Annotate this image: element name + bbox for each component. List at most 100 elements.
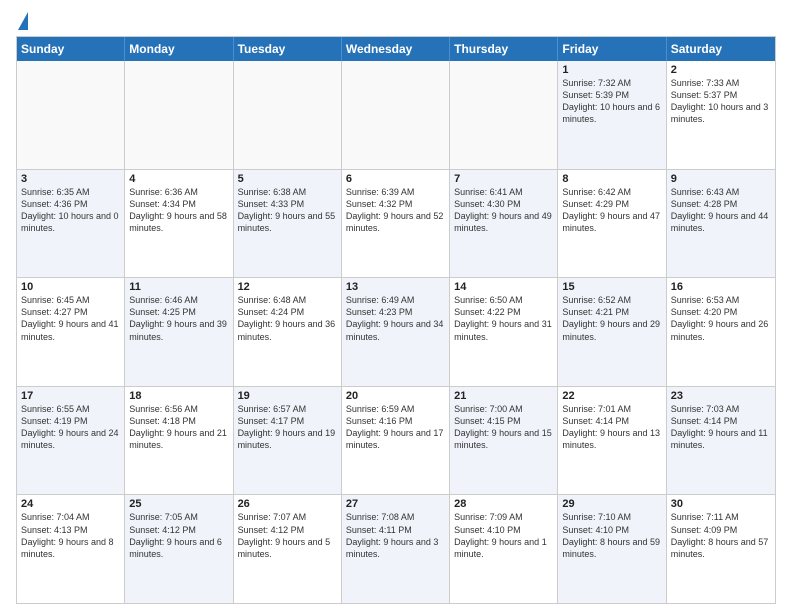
cell-info: Sunrise: 7:11 AM Sunset: 4:09 PM Dayligh… <box>671 511 771 560</box>
calendar-cell-0-2 <box>234 61 342 169</box>
calendar-row-4: 24Sunrise: 7:04 AM Sunset: 4:13 PM Dayli… <box>17 495 775 603</box>
calendar-cell-2-3: 13Sunrise: 6:49 AM Sunset: 4:23 PM Dayli… <box>342 278 450 386</box>
day-number: 19 <box>238 390 337 402</box>
calendar-cell-2-0: 10Sunrise: 6:45 AM Sunset: 4:27 PM Dayli… <box>17 278 125 386</box>
day-number: 14 <box>454 281 553 293</box>
calendar-cell-0-3 <box>342 61 450 169</box>
calendar-cell-3-3: 20Sunrise: 6:59 AM Sunset: 4:16 PM Dayli… <box>342 387 450 495</box>
cell-info: Sunrise: 6:53 AM Sunset: 4:20 PM Dayligh… <box>671 294 771 343</box>
day-number: 4 <box>129 173 228 185</box>
cell-info: Sunrise: 7:04 AM Sunset: 4:13 PM Dayligh… <box>21 511 120 560</box>
cell-info: Sunrise: 6:49 AM Sunset: 4:23 PM Dayligh… <box>346 294 445 343</box>
calendar-cell-3-2: 19Sunrise: 6:57 AM Sunset: 4:17 PM Dayli… <box>234 387 342 495</box>
header-day-thursday: Thursday <box>450 37 558 61</box>
calendar-header: SundayMondayTuesdayWednesdayThursdayFrid… <box>17 37 775 61</box>
cell-info: Sunrise: 6:59 AM Sunset: 4:16 PM Dayligh… <box>346 403 445 452</box>
day-number: 9 <box>671 173 771 185</box>
calendar-row-2: 10Sunrise: 6:45 AM Sunset: 4:27 PM Dayli… <box>17 278 775 387</box>
calendar-cell-4-1: 25Sunrise: 7:05 AM Sunset: 4:12 PM Dayli… <box>125 495 233 603</box>
cell-info: Sunrise: 7:33 AM Sunset: 5:37 PM Dayligh… <box>671 77 771 126</box>
header-day-sunday: Sunday <box>17 37 125 61</box>
calendar-cell-1-2: 5Sunrise: 6:38 AM Sunset: 4:33 PM Daylig… <box>234 170 342 278</box>
calendar-cell-4-5: 29Sunrise: 7:10 AM Sunset: 4:10 PM Dayli… <box>558 495 666 603</box>
header-day-tuesday: Tuesday <box>234 37 342 61</box>
header-day-friday: Friday <box>558 37 666 61</box>
day-number: 3 <box>21 173 120 185</box>
calendar-cell-3-1: 18Sunrise: 6:56 AM Sunset: 4:18 PM Dayli… <box>125 387 233 495</box>
day-number: 6 <box>346 173 445 185</box>
calendar-cell-4-4: 28Sunrise: 7:09 AM Sunset: 4:10 PM Dayli… <box>450 495 558 603</box>
logo-block <box>16 16 28 30</box>
day-number: 24 <box>21 498 120 510</box>
cell-info: Sunrise: 7:07 AM Sunset: 4:12 PM Dayligh… <box>238 511 337 560</box>
calendar-cell-2-6: 16Sunrise: 6:53 AM Sunset: 4:20 PM Dayli… <box>667 278 775 386</box>
day-number: 12 <box>238 281 337 293</box>
calendar-cell-1-5: 8Sunrise: 6:42 AM Sunset: 4:29 PM Daylig… <box>558 170 666 278</box>
calendar: SundayMondayTuesdayWednesdayThursdayFrid… <box>16 36 776 604</box>
day-number: 27 <box>346 498 445 510</box>
calendar-cell-0-5: 1Sunrise: 7:32 AM Sunset: 5:39 PM Daylig… <box>558 61 666 169</box>
cell-info: Sunrise: 7:08 AM Sunset: 4:11 PM Dayligh… <box>346 511 445 560</box>
calendar-cell-4-2: 26Sunrise: 7:07 AM Sunset: 4:12 PM Dayli… <box>234 495 342 603</box>
calendar-cell-1-4: 7Sunrise: 6:41 AM Sunset: 4:30 PM Daylig… <box>450 170 558 278</box>
calendar-cell-4-6: 30Sunrise: 7:11 AM Sunset: 4:09 PM Dayli… <box>667 495 775 603</box>
cell-info: Sunrise: 7:01 AM Sunset: 4:14 PM Dayligh… <box>562 403 661 452</box>
logo-triangle-icon <box>18 12 28 30</box>
cell-info: Sunrise: 6:41 AM Sunset: 4:30 PM Dayligh… <box>454 186 553 235</box>
day-number: 8 <box>562 173 661 185</box>
calendar-cell-3-5: 22Sunrise: 7:01 AM Sunset: 4:14 PM Dayli… <box>558 387 666 495</box>
day-number: 16 <box>671 281 771 293</box>
cell-info: Sunrise: 7:03 AM Sunset: 4:14 PM Dayligh… <box>671 403 771 452</box>
calendar-cell-1-6: 9Sunrise: 6:43 AM Sunset: 4:28 PM Daylig… <box>667 170 775 278</box>
day-number: 25 <box>129 498 228 510</box>
day-number: 28 <box>454 498 553 510</box>
calendar-cell-3-0: 17Sunrise: 6:55 AM Sunset: 4:19 PM Dayli… <box>17 387 125 495</box>
cell-info: Sunrise: 7:32 AM Sunset: 5:39 PM Dayligh… <box>562 77 661 126</box>
calendar-cell-0-0 <box>17 61 125 169</box>
day-number: 2 <box>671 64 771 76</box>
calendar-cell-2-5: 15Sunrise: 6:52 AM Sunset: 4:21 PM Dayli… <box>558 278 666 386</box>
header <box>16 12 776 30</box>
cell-info: Sunrise: 6:43 AM Sunset: 4:28 PM Dayligh… <box>671 186 771 235</box>
calendar-cell-2-2: 12Sunrise: 6:48 AM Sunset: 4:24 PM Dayli… <box>234 278 342 386</box>
calendar-cell-1-0: 3Sunrise: 6:35 AM Sunset: 4:36 PM Daylig… <box>17 170 125 278</box>
day-number: 23 <box>671 390 771 402</box>
cell-info: Sunrise: 6:35 AM Sunset: 4:36 PM Dayligh… <box>21 186 120 235</box>
cell-info: Sunrise: 7:05 AM Sunset: 4:12 PM Dayligh… <box>129 511 228 560</box>
day-number: 5 <box>238 173 337 185</box>
day-number: 7 <box>454 173 553 185</box>
calendar-cell-1-3: 6Sunrise: 6:39 AM Sunset: 4:32 PM Daylig… <box>342 170 450 278</box>
calendar-cell-4-0: 24Sunrise: 7:04 AM Sunset: 4:13 PM Dayli… <box>17 495 125 603</box>
cell-info: Sunrise: 6:50 AM Sunset: 4:22 PM Dayligh… <box>454 294 553 343</box>
page: SundayMondayTuesdayWednesdayThursdayFrid… <box>0 0 792 612</box>
calendar-cell-3-4: 21Sunrise: 7:00 AM Sunset: 4:15 PM Dayli… <box>450 387 558 495</box>
calendar-cell-2-1: 11Sunrise: 6:46 AM Sunset: 4:25 PM Dayli… <box>125 278 233 386</box>
cell-info: Sunrise: 6:56 AM Sunset: 4:18 PM Dayligh… <box>129 403 228 452</box>
calendar-cell-1-1: 4Sunrise: 6:36 AM Sunset: 4:34 PM Daylig… <box>125 170 233 278</box>
cell-info: Sunrise: 6:42 AM Sunset: 4:29 PM Dayligh… <box>562 186 661 235</box>
header-day-saturday: Saturday <box>667 37 775 61</box>
cell-info: Sunrise: 6:55 AM Sunset: 4:19 PM Dayligh… <box>21 403 120 452</box>
cell-info: Sunrise: 6:36 AM Sunset: 4:34 PM Dayligh… <box>129 186 228 235</box>
cell-info: Sunrise: 7:00 AM Sunset: 4:15 PM Dayligh… <box>454 403 553 452</box>
cell-info: Sunrise: 6:39 AM Sunset: 4:32 PM Dayligh… <box>346 186 445 235</box>
day-number: 22 <box>562 390 661 402</box>
header-day-monday: Monday <box>125 37 233 61</box>
calendar-cell-2-4: 14Sunrise: 6:50 AM Sunset: 4:22 PM Dayli… <box>450 278 558 386</box>
day-number: 1 <box>562 64 661 76</box>
logo-text-line1 <box>16 16 28 30</box>
cell-info: Sunrise: 6:38 AM Sunset: 4:33 PM Dayligh… <box>238 186 337 235</box>
calendar-row-0: 1Sunrise: 7:32 AM Sunset: 5:39 PM Daylig… <box>17 61 775 170</box>
calendar-cell-0-6: 2Sunrise: 7:33 AM Sunset: 5:37 PM Daylig… <box>667 61 775 169</box>
calendar-cell-0-4 <box>450 61 558 169</box>
day-number: 11 <box>129 281 228 293</box>
calendar-cell-0-1 <box>125 61 233 169</box>
header-day-wednesday: Wednesday <box>342 37 450 61</box>
cell-info: Sunrise: 7:09 AM Sunset: 4:10 PM Dayligh… <box>454 511 553 560</box>
day-number: 18 <box>129 390 228 402</box>
day-number: 10 <box>21 281 120 293</box>
day-number: 20 <box>346 390 445 402</box>
calendar-row-3: 17Sunrise: 6:55 AM Sunset: 4:19 PM Dayli… <box>17 387 775 496</box>
day-number: 29 <box>562 498 661 510</box>
cell-info: Sunrise: 6:52 AM Sunset: 4:21 PM Dayligh… <box>562 294 661 343</box>
